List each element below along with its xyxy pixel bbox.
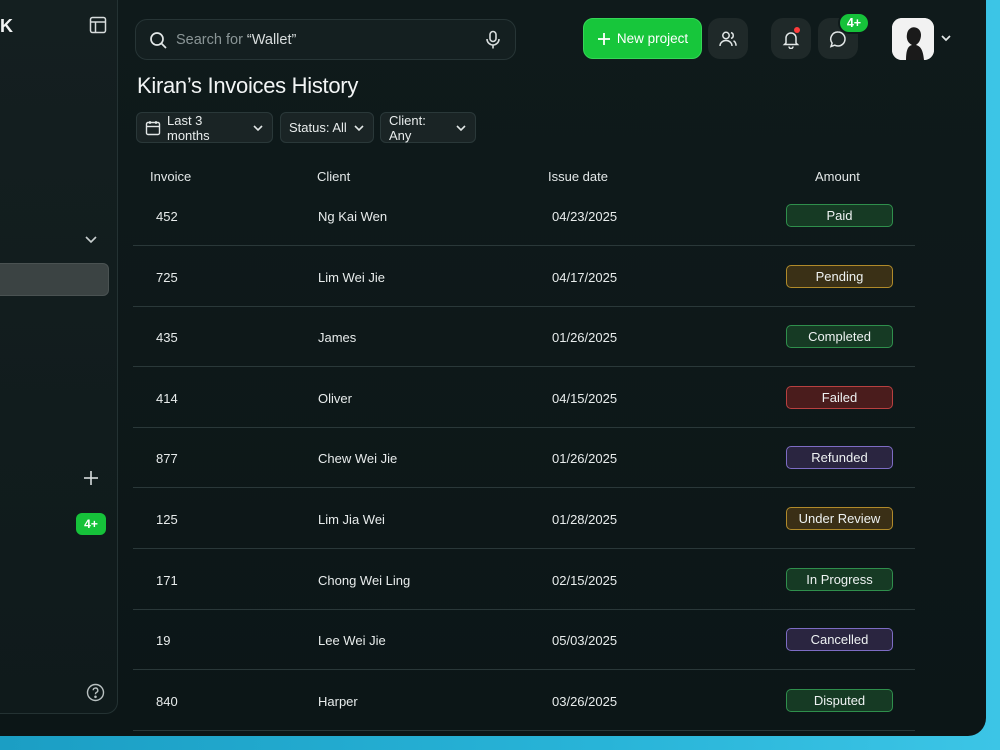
status-badge: Disputed [786, 688, 893, 712]
client-name: Ng Kai Wen [318, 209, 388, 224]
calendar-icon [145, 120, 161, 136]
issue-date: 04/15/2025 [552, 390, 618, 406]
issue-date: 01/26/2025 [552, 451, 618, 467]
invoice-number: 840 [156, 693, 178, 709]
plus-icon [597, 32, 611, 46]
table-row[interactable]: 725 Lim Wei Jie 04/17/2025 Pending [133, 246, 915, 307]
sidebar-item-active[interactable] [0, 263, 109, 296]
column-header-invoice[interactable]: Invoice [150, 169, 191, 184]
client-filter[interactable]: Client: Any [380, 112, 476, 143]
issue-date: 01/28/2025 [552, 512, 618, 527]
client-name: Lee Wei Jie [318, 633, 386, 649]
issue-date: 03/26/2025 [552, 693, 618, 709]
client-name: Chong Wei Ling [318, 572, 411, 588]
status-badge: Pending [786, 264, 893, 288]
status-badge: In Progress [786, 567, 893, 591]
client-name: Oliver [318, 390, 352, 406]
microphone-icon[interactable] [484, 30, 502, 50]
issue-date: 05/03/2025 [552, 633, 618, 649]
messages-count-badge: 4+ [838, 12, 870, 34]
chevron-down-icon [252, 122, 264, 134]
chevron-down-icon [353, 122, 365, 134]
period-filter-label: Last 3 months [167, 112, 210, 143]
status-badge: Failed [786, 385, 893, 409]
table-row[interactable]: 414 Oliver 04/15/2025 Failed [133, 367, 915, 428]
invoice-number: 435 [156, 330, 178, 346]
status-badge: Paid [786, 204, 893, 227]
new-project-label: New project [616, 31, 689, 46]
notifications-button[interactable] [771, 18, 811, 59]
table-row[interactable]: 840 Harper 03/26/2025 Disputed [133, 670, 915, 731]
page-title: Kiran’s Invoices History [137, 73, 359, 98]
table-row[interactable]: 435 James 01/26/2025 Completed [133, 306, 915, 368]
status-badge: Completed [786, 325, 893, 349]
table-row[interactable]: 171 Chong Wei Ling 02/15/2025 In Progress [133, 549, 915, 610]
search-query: “Wallet” [246, 32, 297, 48]
sidebar-count-badge: 4+ [76, 513, 106, 535]
table-row[interactable]: 877 Chew Wei Jie 01/26/2025 Refunded [133, 427, 915, 489]
invoice-number: 171 [156, 572, 178, 588]
logo: K [0, 16, 13, 36]
client-name: James [318, 330, 357, 346]
chevron-down-icon[interactable] [83, 231, 99, 247]
account-menu-chevron-icon[interactable] [939, 31, 953, 45]
invoice-number: 452 [156, 209, 178, 224]
issue-date: 04/17/2025 [552, 269, 618, 285]
issue-date: 01/26/2025 [552, 330, 618, 346]
sidebar-toggle-icon[interactable] [89, 16, 107, 34]
status-badge: Refunded [786, 446, 893, 470]
client-name: Lim Jia Wei [318, 512, 385, 527]
users-icon [718, 29, 738, 49]
invoice-number: 725 [156, 269, 178, 285]
column-header-issue-date[interactable]: Issue date [548, 169, 608, 184]
issue-date: 04/23/2025 [552, 209, 618, 224]
table-row[interactable]: 125 Lim Jia Wei 01/28/2025 Under Review [133, 488, 915, 549]
invoice-number: 414 [156, 390, 178, 406]
issue-date: 02/15/2025 [552, 572, 618, 588]
add-icon[interactable] [82, 469, 100, 487]
notification-dot [794, 27, 800, 33]
search-bar[interactable]: Search for “Wallet” [135, 19, 516, 60]
status-badge: Cancelled [786, 628, 893, 652]
client-filter-label: Client: Any [389, 112, 426, 143]
table-row[interactable]: 19 Lee Wei Jie 05/03/2025 Cancelled [133, 609, 915, 671]
avatar[interactable] [892, 18, 934, 60]
search-icon [149, 31, 168, 50]
column-header-client[interactable]: Client [317, 169, 350, 184]
invoice-number: 19 [156, 633, 171, 649]
app-window: K 4+ Search for “Wallet” New project 4+ … [0, 0, 986, 736]
period-filter[interactable]: Last 3 months [136, 112, 273, 143]
client-name: Lim Wei Jie [318, 269, 385, 285]
client-name: Chew Wei Jie [318, 451, 398, 467]
column-header-amount[interactable]: Amount [815, 169, 860, 184]
invoice-number: 877 [156, 451, 178, 467]
team-button[interactable] [708, 18, 748, 59]
invoice-number: 125 [156, 512, 178, 527]
search-placeholder: Search for [176, 32, 247, 48]
sidebar: K 4+ [0, 0, 118, 714]
search-input[interactable]: Search for “Wallet” [176, 32, 296, 48]
status-filter[interactable]: Status: All [280, 112, 374, 143]
status-filter-label: Status: All [289, 120, 347, 135]
help-icon[interactable] [86, 683, 105, 702]
client-name: Harper [318, 693, 358, 709]
table-row[interactable]: 452 Ng Kai Wen 04/23/2025 Paid [133, 185, 915, 246]
new-project-button[interactable]: New project [583, 18, 702, 59]
status-badge: Under Review [786, 507, 893, 530]
chevron-down-icon [455, 122, 467, 134]
